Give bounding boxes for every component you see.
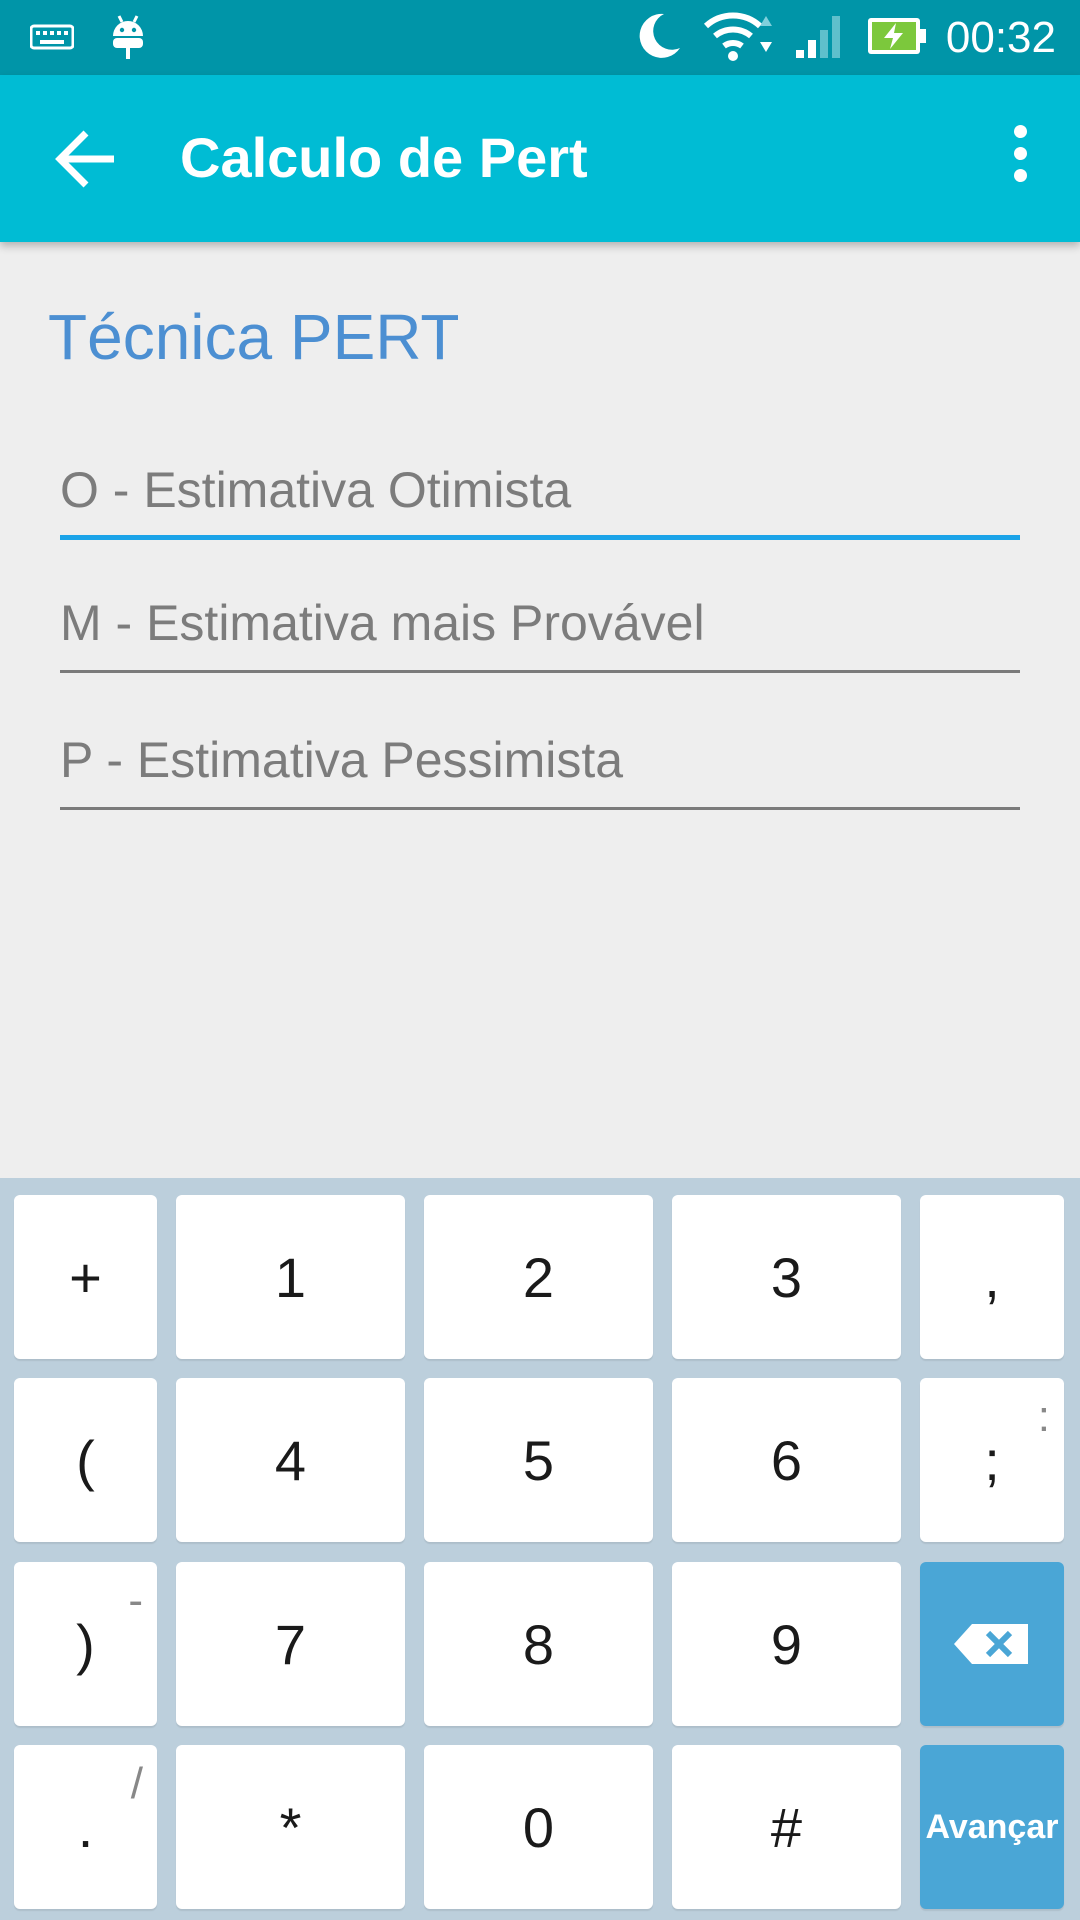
key-7[interactable]: 7 (176, 1562, 405, 1726)
key-period-hint: / (130, 1759, 143, 1808)
key-close-paren-label: ) (76, 1612, 95, 1676)
key-close-paren[interactable]: ) - (14, 1562, 157, 1726)
key-6[interactable]: 6 (672, 1378, 901, 1542)
key-period[interactable]: . / (14, 1745, 157, 1909)
key-comma[interactable]: , (920, 1195, 1064, 1359)
optimistic-estimate-input[interactable] (60, 450, 1020, 530)
numeric-keyboard: + 1 2 3 , ( 4 5 6 ; : ) - 7 8 9 . / * 0 … (0, 1178, 1080, 1920)
keyboard-icon (29, 22, 75, 57)
key-semicolon-label: ; (984, 1428, 1000, 1492)
key-1[interactable]: 1 (176, 1195, 405, 1359)
app-bar: Calculo de Pert (0, 75, 1080, 242)
android-icon (110, 14, 146, 65)
key-4[interactable]: 4 (176, 1378, 405, 1542)
status-time: 00:32 (945, 13, 1056, 62)
back-button[interactable] (52, 127, 122, 191)
key-period-label: . (77, 1795, 94, 1859)
optimistic-estimate-field[interactable] (60, 450, 1020, 540)
key-semicolon-hint: : (1037, 1392, 1050, 1441)
key-0[interactable]: 0 (424, 1745, 653, 1909)
key-9[interactable]: 9 (672, 1562, 901, 1726)
key-semicolon[interactable]: ; : (920, 1378, 1064, 1542)
most-likely-estimate-input[interactable] (60, 583, 1020, 663)
pessimistic-estimate-input[interactable] (60, 720, 1020, 800)
key-open-paren[interactable]: ( (14, 1378, 157, 1542)
key-plus[interactable]: + (14, 1195, 157, 1359)
section-title: Técnica PERT (48, 301, 460, 373)
battery-charging-icon (866, 16, 928, 61)
key-close-paren-hint: - (128, 1576, 143, 1625)
overflow-menu-button[interactable] (1000, 125, 1040, 195)
most-likely-estimate-field[interactable] (60, 583, 1020, 673)
more-vert-icon (1000, 125, 1040, 182)
key-asterisk[interactable]: * (176, 1745, 405, 1909)
next-button[interactable]: Avançar (920, 1745, 1064, 1909)
key-2[interactable]: 2 (424, 1195, 653, 1359)
backspace-icon (954, 1624, 1028, 1664)
wifi-icon (702, 8, 776, 69)
key-3[interactable]: 3 (672, 1195, 901, 1359)
screen: 00:32 Calculo de Pert Técnica PERT + 1 (0, 0, 1080, 1920)
signal-icon (794, 12, 848, 65)
key-hash[interactable]: # (672, 1745, 901, 1909)
key-5[interactable]: 5 (424, 1378, 653, 1542)
app-title: Calculo de Pert (180, 126, 588, 189)
status-bar: 00:32 (0, 0, 1080, 75)
moon-icon (634, 10, 684, 67)
key-backspace[interactable] (920, 1562, 1064, 1726)
key-8[interactable]: 8 (424, 1562, 653, 1726)
arrow-back-icon (55, 130, 114, 188)
pessimistic-estimate-field[interactable] (60, 720, 1020, 810)
